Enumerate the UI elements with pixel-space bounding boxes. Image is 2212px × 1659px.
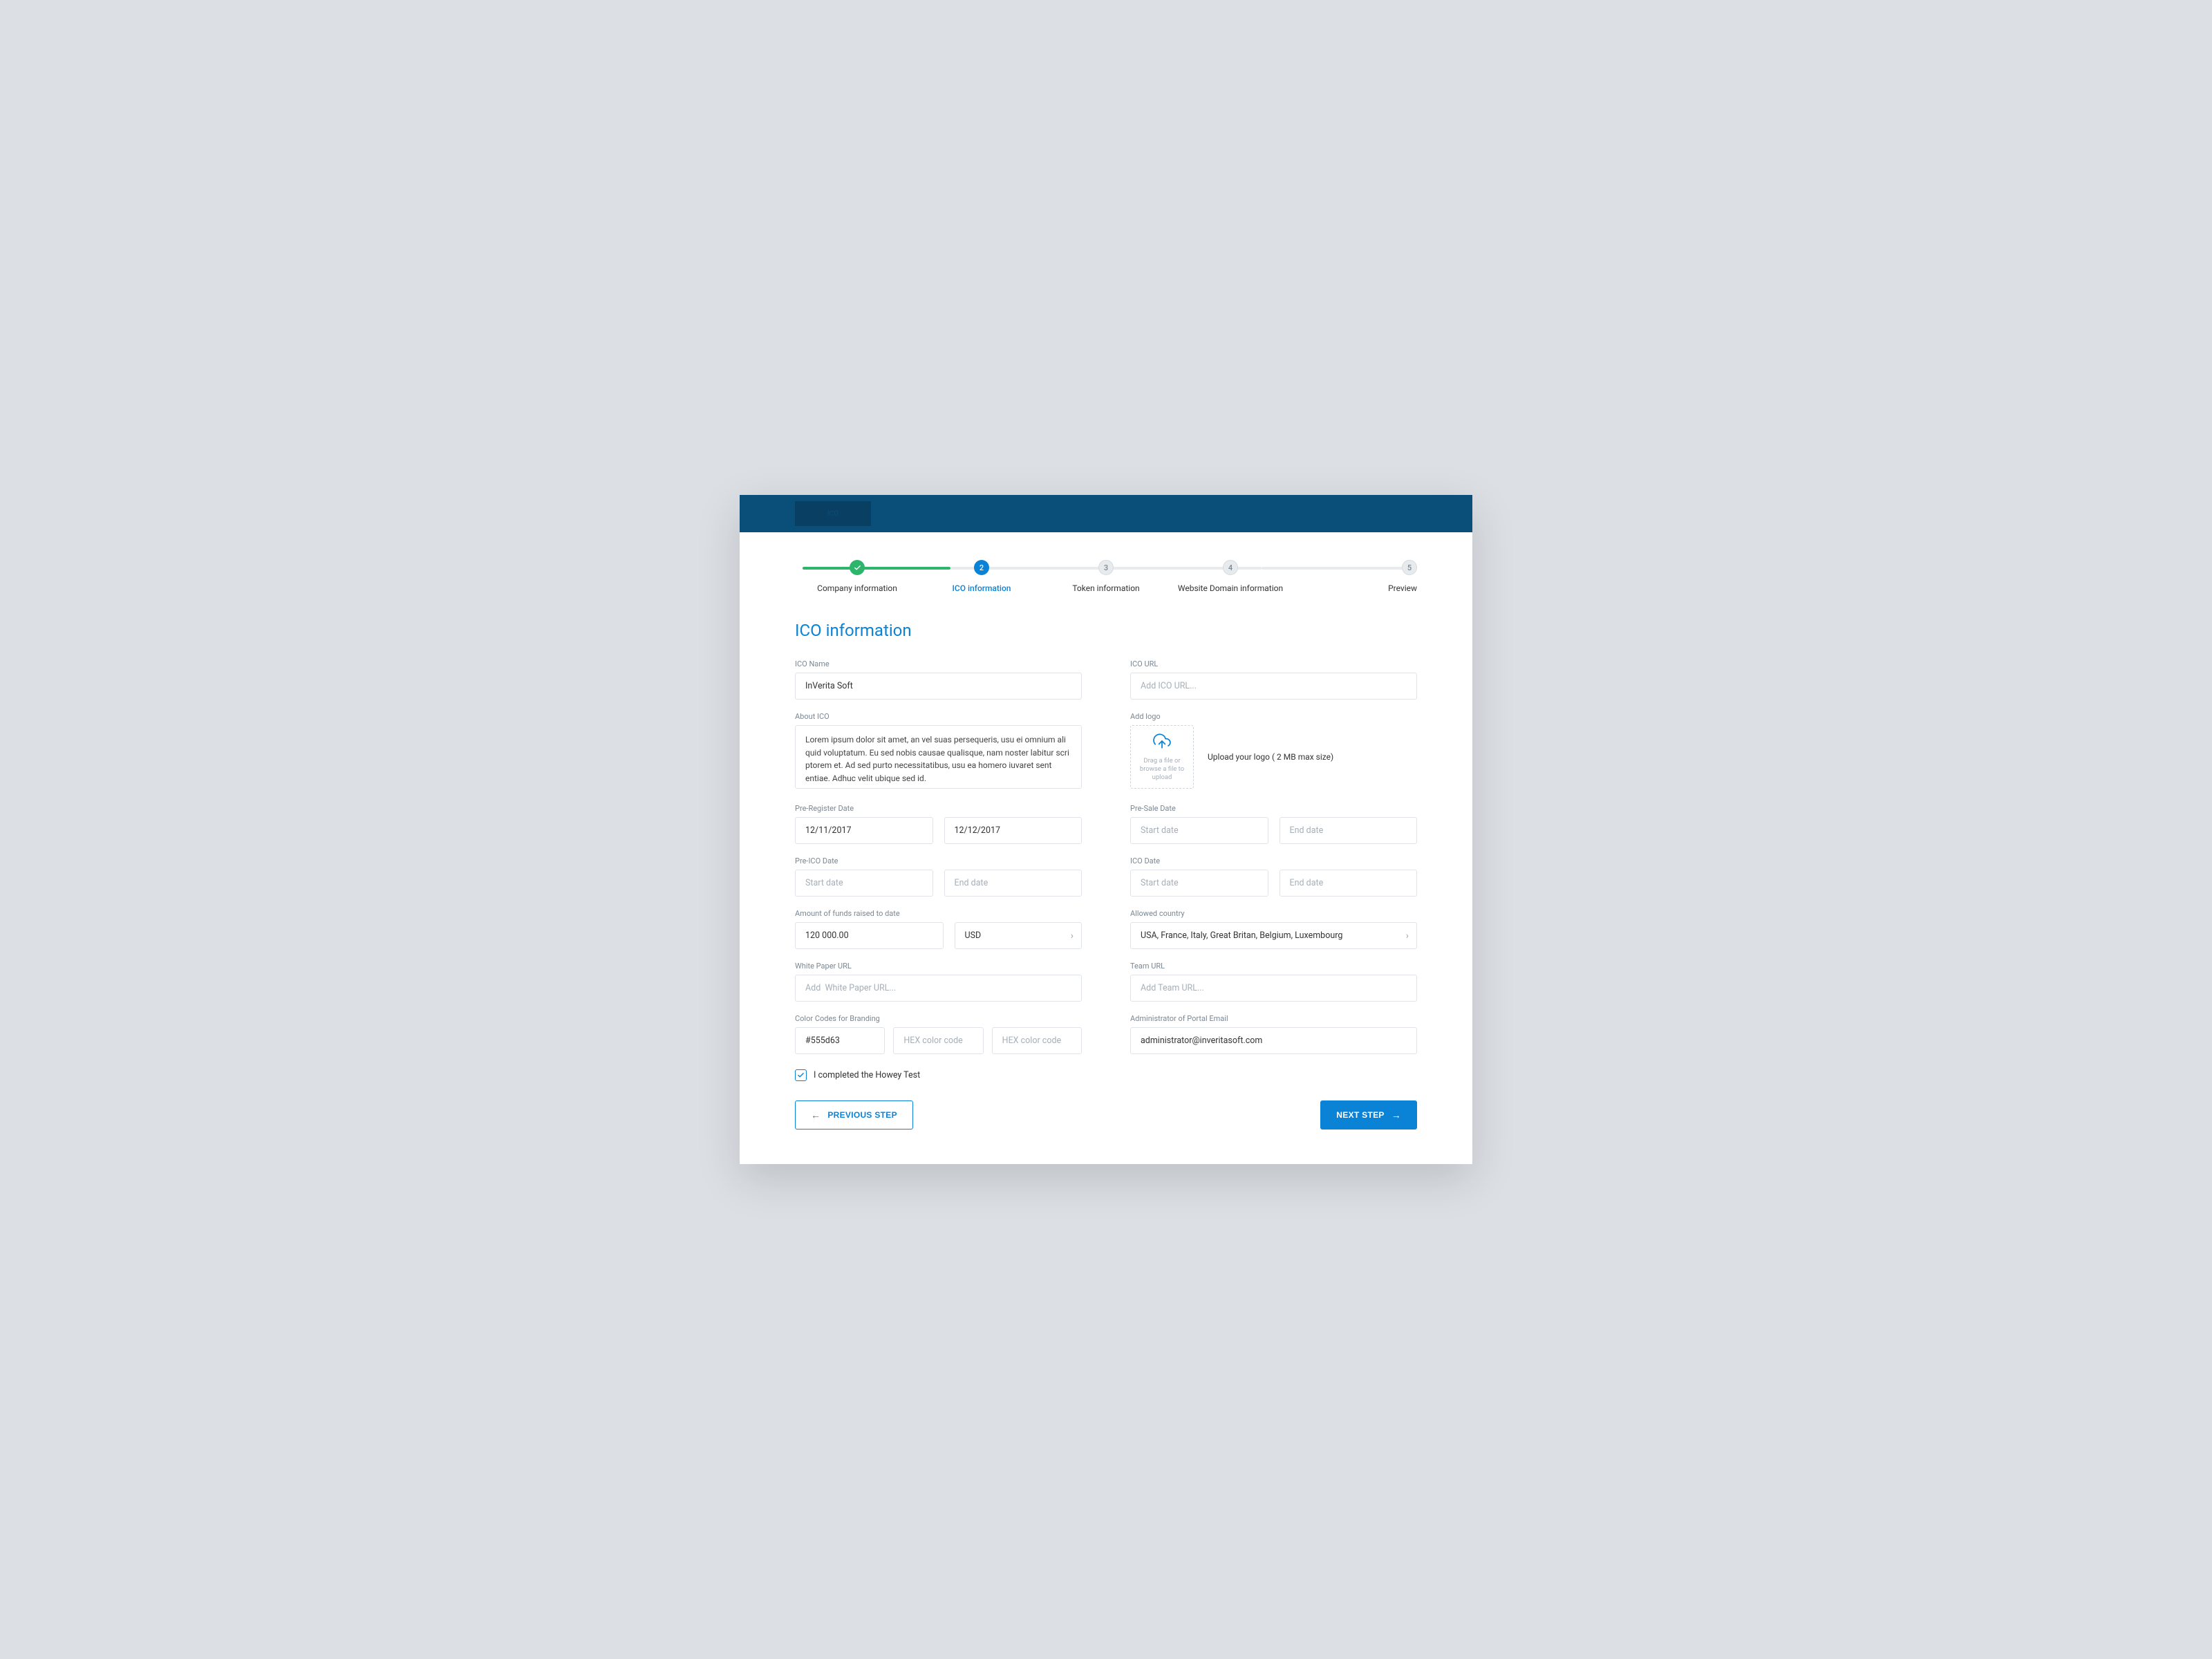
currency-value[interactable] — [955, 922, 1082, 949]
check-icon — [850, 560, 865, 575]
field-label: Allowed country — [1130, 909, 1417, 918]
step-label: Website Domain information — [1178, 583, 1283, 593]
color-code-1-input[interactable] — [795, 1027, 885, 1054]
allowed-country-value[interactable] — [1130, 922, 1417, 949]
field-team-url: Team URL — [1130, 962, 1417, 1002]
field-admin-email: Administrator of Portal Email — [1130, 1014, 1417, 1054]
app-window: ICO Company information 2 ICO informatio… — [740, 495, 1472, 1164]
field-add-logo: Add logo Drag a file or browse a file to… — [1130, 712, 1417, 791]
step-number: 2 — [974, 560, 989, 575]
step-number: 3 — [1098, 560, 1114, 575]
step-number: 4 — [1223, 560, 1238, 575]
next-step-button[interactable]: NEXT STEP → — [1320, 1100, 1417, 1130]
pre-register-end-input[interactable] — [944, 817, 1082, 844]
step-ico-information[interactable]: 2 ICO information — [919, 560, 1044, 593]
field-allowed-country: Allowed country › — [1130, 909, 1417, 949]
page-title: ICO information — [795, 621, 1417, 640]
pre-register-start-input[interactable] — [795, 817, 933, 844]
about-ico-textarea[interactable]: Lorem ipsum dolor sit amet, an vel suas … — [795, 725, 1082, 789]
field-about-ico: About ICO Lorem ipsum dolor sit amet, an… — [795, 712, 1082, 791]
cloud-upload-icon — [1153, 732, 1171, 753]
field-label: ICO URL — [1130, 659, 1417, 668]
previous-step-label: PREVIOUS STEP — [827, 1110, 897, 1120]
form-content: ICO information ICO Name ICO URL About I… — [740, 614, 1472, 1164]
field-color-codes: Color Codes for Branding — [795, 1014, 1082, 1054]
dropzone-text: Drag a file or browse a file to upload — [1135, 757, 1189, 782]
ico-date-start-input[interactable] — [1130, 870, 1268, 897]
field-label: White Paper URL — [795, 962, 1082, 971]
field-label: ICO Name — [795, 659, 1082, 668]
step-company-information[interactable]: Company information — [795, 560, 919, 593]
field-pre-register-date: Pre-Register Date — [795, 804, 1082, 844]
field-label: Color Codes for Branding — [795, 1014, 1082, 1023]
step-label: ICO information — [953, 583, 1011, 593]
step-preview[interactable]: 5 Preview — [1293, 560, 1417, 593]
field-label: Pre-ICO Date — [795, 856, 1082, 865]
admin-email-input[interactable] — [1130, 1027, 1417, 1054]
field-funds-raised: Amount of funds raised to date › — [795, 909, 1082, 949]
field-label: Team URL — [1130, 962, 1417, 971]
color-code-2-input[interactable] — [893, 1027, 983, 1054]
arrow-right-icon: → — [1391, 1109, 1401, 1121]
field-label: Amount of funds raised to date — [795, 909, 1082, 918]
step-label: Company information — [817, 583, 897, 593]
arrow-left-icon: ← — [811, 1109, 821, 1121]
top-bar: ICO — [740, 495, 1472, 532]
allowed-country-select[interactable]: › — [1130, 922, 1417, 949]
field-label: Pre-Sale Date — [1130, 804, 1417, 813]
howey-test-label: I completed the Howey Test — [814, 1070, 920, 1080]
field-label: Add logo — [1130, 712, 1417, 721]
field-label: About ICO — [795, 712, 1082, 721]
step-website-domain-information[interactable]: 4 Website Domain information — [1168, 560, 1293, 593]
field-ico-date: ICO Date — [1130, 856, 1417, 897]
next-step-label: NEXT STEP — [1336, 1110, 1384, 1120]
step-token-information[interactable]: 3 Token information — [1044, 560, 1168, 593]
field-label: ICO Date — [1130, 856, 1417, 865]
pre-ico-start-input[interactable] — [795, 870, 933, 897]
currency-select[interactable]: › — [955, 922, 1082, 949]
chevron-right-icon: › — [1406, 930, 1409, 941]
whitepaper-url-input[interactable] — [795, 975, 1082, 1002]
brand-logo-text: ICO — [827, 510, 838, 518]
ico-name-input[interactable] — [795, 673, 1082, 700]
color-code-3-input[interactable] — [992, 1027, 1082, 1054]
previous-step-button[interactable]: ← PREVIOUS STEP — [795, 1100, 913, 1130]
stepper-connector — [1106, 567, 1262, 570]
pre-sale-end-input[interactable] — [1280, 817, 1418, 844]
field-ico-name: ICO Name — [795, 659, 1082, 700]
howey-test-checkbox-row[interactable]: I completed the Howey Test — [795, 1069, 1417, 1081]
stepper-connector — [803, 567, 950, 570]
step-number: 5 — [1402, 560, 1417, 575]
ico-url-input[interactable] — [1130, 673, 1417, 700]
field-ico-url: ICO URL — [1130, 659, 1417, 700]
upload-hint: Upload your logo ( 2 MB max size) — [1208, 752, 1333, 762]
chevron-right-icon: › — [1071, 930, 1074, 941]
logo-dropzone[interactable]: Drag a file or browse a file to upload — [1130, 725, 1194, 789]
field-label: Administrator of Portal Email — [1130, 1014, 1417, 1023]
check-icon — [797, 1071, 805, 1079]
field-pre-ico-date: Pre-ICO Date — [795, 856, 1082, 897]
step-label: Token information — [1072, 583, 1139, 593]
pre-sale-start-input[interactable] — [1130, 817, 1268, 844]
step-label: Preview — [1388, 583, 1417, 593]
howey-test-checkbox[interactable] — [795, 1069, 807, 1081]
field-whitepaper-url: White Paper URL — [795, 962, 1082, 1002]
team-url-input[interactable] — [1130, 975, 1417, 1002]
field-label: Pre-Register Date — [795, 804, 1082, 813]
ico-date-end-input[interactable] — [1280, 870, 1418, 897]
brand-logo: ICO — [795, 501, 871, 526]
stepper: Company information 2 ICO information 3 … — [740, 532, 1472, 614]
funds-amount-input[interactable] — [795, 922, 944, 949]
stepper-connector — [1262, 567, 1409, 570]
field-pre-sale-date: Pre-Sale Date — [1130, 804, 1417, 844]
pre-ico-end-input[interactable] — [944, 870, 1082, 897]
